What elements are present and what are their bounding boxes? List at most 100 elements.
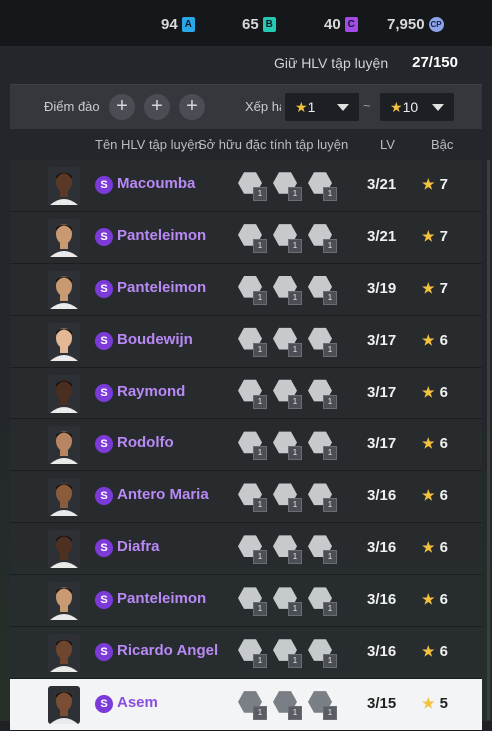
trait-icons: 1 1 1 (238, 379, 337, 409)
trait-level: 1 (323, 550, 337, 565)
trait-level: 1 (323, 602, 337, 617)
rank-min-select[interactable]: ★ 1 (285, 93, 359, 121)
trainer-avatar (48, 634, 80, 673)
training-trait-icon[interactable]: 1 (273, 430, 302, 461)
trainer-grade: ★ 6 (422, 435, 448, 452)
trainer-name: Panteleimon (117, 590, 207, 608)
training-trait-icon[interactable]: 1 (308, 327, 337, 357)
grade-value: 5 (439, 694, 448, 712)
add-slot-3-button[interactable]: + (179, 94, 205, 120)
column-grade[interactable]: Bậc (431, 137, 453, 152)
trait-level: 1 (323, 498, 337, 513)
rank-max-select[interactable]: ★ 10 (380, 93, 454, 121)
trait-level: 1 (288, 238, 302, 253)
rank-label: Xếp hạng (245, 99, 281, 114)
column-lv[interactable]: LV (380, 137, 395, 152)
trait-icons: 1 1 1 (238, 690, 337, 720)
star-icon: ★ (422, 227, 435, 244)
trait-level: 1 (253, 602, 267, 617)
add-slot-1-button[interactable]: + (109, 94, 135, 120)
training-trait-icon[interactable]: 1 (238, 430, 267, 461)
trait-level: 1 (253, 498, 267, 513)
training-trait-icon[interactable]: 1 (308, 690, 337, 720)
training-trait-icon[interactable]: 1 (273, 327, 302, 357)
training-trait-icon[interactable]: 1 (273, 690, 302, 720)
grade-value: 6 (439, 643, 448, 661)
training-trait-icon[interactable]: 1 (238, 171, 267, 201)
table-header: Tên HLV tập luyện Sở hữu đặc tính tập lu… (10, 130, 482, 158)
training-trait-icon[interactable]: 1 (238, 534, 267, 565)
training-points-label: Điểm đào tạo (44, 99, 100, 114)
training-trait-icon[interactable]: 1 (273, 223, 302, 253)
chevron-down-icon (337, 103, 349, 111)
trainer-row[interactable]: S Panteleimon 1 1 1 3/19 ★ 7 (10, 263, 482, 316)
trainer-avatar (48, 426, 80, 465)
training-trait-icon[interactable]: 1 (238, 586, 267, 617)
training-trait-icon[interactable]: 1 (238, 275, 267, 305)
trainer-row[interactable]: S Boudewijn 1 1 1 3/17 ★ 6 (10, 315, 482, 368)
trait-level: 1 (288, 498, 302, 513)
trainer-name: Boudewijn (117, 330, 193, 348)
trait-icons: 1 1 1 (238, 223, 337, 253)
training-trait-icon[interactable]: 1 (308, 430, 337, 461)
trainer-row[interactable]: S Raymond 1 1 1 3/17 ★ 6 (10, 367, 482, 420)
training-trait-icon[interactable]: 1 (238, 638, 267, 669)
training-trait-icon[interactable]: 1 (273, 275, 302, 305)
training-trait-icon[interactable]: 1 (308, 275, 337, 305)
trainer-row[interactable]: S Macoumba 1 1 1 3/21 ★ 7 (10, 160, 482, 212)
trainer-name: Rodolfo (117, 434, 174, 452)
column-traits[interactable]: Sở hữu đặc tính tập luyện (198, 137, 348, 152)
training-trait-icon[interactable]: 1 (238, 223, 267, 253)
trainer-row[interactable]: S Diafra 1 1 1 3/16 ★ 6 (10, 523, 482, 576)
training-trait-icon[interactable]: 1 (238, 482, 267, 513)
trait-level: 1 (323, 705, 337, 720)
trainer-row[interactable]: S Antero Maria 1 1 1 3/16 ★ 6 (10, 471, 482, 524)
currency-c-icon: C (344, 16, 358, 32)
tier-s-badge: S (95, 331, 113, 350)
trait-icons: 1 1 1 (238, 586, 337, 617)
trainer-name: Panteleimon (117, 278, 207, 296)
trainer-avatar (48, 530, 80, 569)
trait-level: 1 (323, 654, 337, 669)
training-trait-icon[interactable]: 1 (308, 379, 337, 409)
trait-level: 1 (253, 550, 267, 565)
cp-coin-icon: CP (428, 16, 444, 32)
training-trait-icon[interactable]: 1 (273, 379, 302, 409)
star-icon: ★ (422, 176, 435, 192)
trait-level: 1 (253, 705, 267, 720)
add-slot-2-button[interactable]: + (144, 94, 170, 120)
trainer-row[interactable]: S Panteleimon 1 1 1 3/21 ★ 7 (10, 211, 482, 264)
training-trait-icon[interactable]: 1 (308, 223, 337, 253)
training-trait-icon[interactable]: 1 (273, 638, 302, 669)
star-icon: ★ (422, 643, 435, 660)
training-trait-icon[interactable]: 1 (308, 638, 337, 669)
column-name[interactable]: Tên HLV tập luyện (95, 137, 202, 152)
training-trait-icon[interactable]: 1 (273, 171, 302, 201)
trainer-row[interactable]: S Asem 1 1 1 3/15 ★ 5 (10, 678, 482, 731)
trait-level: 1 (253, 394, 267, 409)
training-trait-icon[interactable]: 1 (238, 690, 267, 720)
training-trait-icon[interactable]: 1 (238, 379, 267, 409)
trainer-name: Diafra (117, 538, 160, 556)
trait-level: 1 (323, 187, 337, 201)
trainer-grade: ★ 7 (422, 176, 448, 193)
training-trait-icon[interactable]: 1 (308, 534, 337, 565)
tier-s-badge: S (95, 591, 113, 610)
training-trait-icon[interactable]: 1 (273, 586, 302, 617)
training-trait-icon[interactable]: 1 (238, 327, 267, 357)
trainer-grade: ★ 7 (422, 280, 448, 297)
grade-value: 6 (439, 487, 448, 505)
training-trait-icon[interactable]: 1 (273, 482, 302, 513)
trainer-row[interactable]: S Rodolfo 1 1 1 3/17 ★ 6 (10, 419, 482, 472)
star-icon: ★ (422, 487, 435, 504)
trainer-avatar (48, 218, 80, 257)
training-trait-icon[interactable]: 1 (308, 171, 337, 201)
trainer-row[interactable]: S Ricardo Angel 1 1 1 3/16 ★ 6 (10, 627, 482, 679)
training-trait-icon[interactable]: 1 (308, 482, 337, 513)
scrollbar[interactable] (487, 160, 490, 720)
trait-level: 1 (288, 550, 302, 565)
star-icon: ★ (422, 279, 435, 296)
training-trait-icon[interactable]: 1 (273, 534, 302, 565)
trainer-row[interactable]: S Panteleimon 1 1 1 3/16 ★ 6 (10, 575, 482, 628)
training-trait-icon[interactable]: 1 (308, 586, 337, 617)
